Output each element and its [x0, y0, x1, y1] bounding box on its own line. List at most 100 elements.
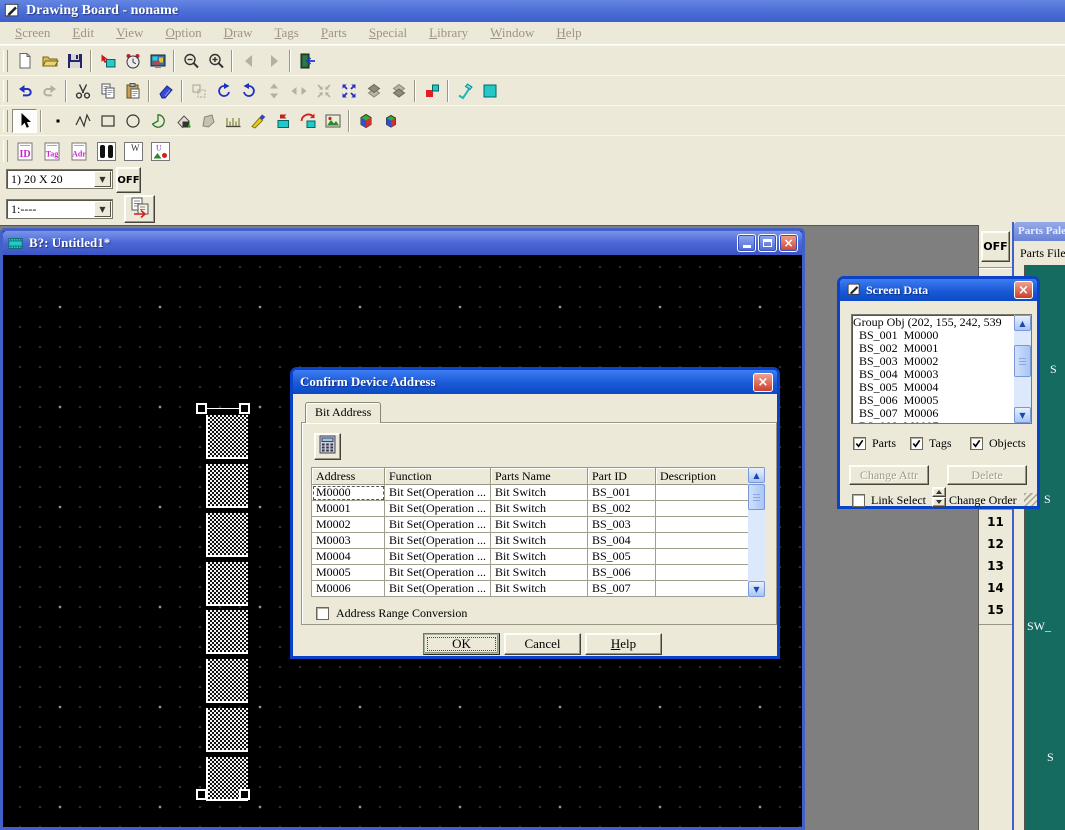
send-back-button[interactable]	[386, 79, 411, 103]
cancel-button[interactable]: Cancel	[504, 633, 581, 655]
list-scrollbar[interactable]: ▲ ▼	[1014, 315, 1031, 423]
toolbar-grip[interactable]	[3, 80, 8, 102]
next-screen-button[interactable]	[261, 49, 286, 73]
copy-button[interactable]	[95, 79, 120, 103]
spin-down-icon[interactable]	[932, 497, 946, 507]
u-mark-button[interactable]: U	[147, 138, 174, 165]
list-item[interactable]: BS_001 M0000	[853, 329, 1014, 342]
paste-button[interactable]	[120, 79, 145, 103]
list-item[interactable]: BS_008 M0007	[853, 420, 1014, 424]
flip-horizontal-button[interactable]	[286, 79, 311, 103]
undo-button[interactable]	[12, 79, 37, 103]
list-item[interactable]: BS_002 M0001	[853, 342, 1014, 355]
device-keypad-button[interactable]	[314, 433, 341, 460]
toolbar-grip[interactable]	[3, 110, 8, 132]
dropdown-arrow-icon[interactable]: ▼	[94, 201, 111, 217]
fill-tool-button[interactable]	[170, 109, 195, 133]
menu-screen[interactable]: Screen	[4, 23, 61, 43]
rotate-right-button[interactable]	[236, 79, 261, 103]
bit-switch-part[interactable]	[206, 610, 248, 654]
scroll-up-icon[interactable]: ▲	[748, 467, 765, 483]
expand-button[interactable]	[336, 79, 361, 103]
library-cube-button[interactable]	[353, 109, 378, 133]
label-tool-button[interactable]	[270, 109, 295, 133]
library-cube2-button[interactable]	[378, 109, 403, 133]
menu-special[interactable]: Special	[358, 23, 418, 43]
menu-edit[interactable]: Edit	[61, 23, 105, 43]
dialog-close-button[interactable]: ×	[753, 373, 773, 392]
spin-up-icon[interactable]	[932, 487, 946, 497]
parts-size-combo[interactable]: 1) 20 X 20 ▼	[6, 169, 113, 189]
bit-switch-part[interactable]	[206, 659, 248, 703]
shrink-button[interactable]	[311, 79, 336, 103]
cut-button[interactable]	[70, 79, 95, 103]
clock-button[interactable]	[120, 49, 145, 73]
table-row[interactable]: M0006Bit Set(Operation ...Bit SwitchBS_0…	[312, 581, 755, 597]
dialog-titlebar[interactable]: Confirm Device Address ×	[293, 370, 777, 394]
scale-tool-button[interactable]	[220, 109, 245, 133]
screen-select-combo[interactable]: 1:---- ▼	[6, 199, 113, 219]
ok-button[interactable]: OK	[423, 633, 500, 655]
menu-view[interactable]: View	[105, 23, 154, 43]
duplicate-button[interactable]	[186, 79, 211, 103]
fill-color-button[interactable]	[477, 79, 502, 103]
redo-button[interactable]	[37, 79, 62, 103]
rotate-left-button[interactable]	[211, 79, 236, 103]
table-row[interactable]: M0003Bit Set(Operation ...Bit SwitchBS_0…	[312, 533, 755, 549]
pie-tool-button[interactable]	[145, 109, 170, 133]
dot-tool-button[interactable]	[45, 109, 70, 133]
maximize-button[interactable]	[758, 234, 777, 252]
screen-copy-button[interactable]	[95, 49, 120, 73]
id-label-button[interactable]: ID	[12, 138, 39, 165]
table-row[interactable]: M0004Bit Set(Operation ...Bit SwitchBS_0…	[312, 549, 755, 565]
resize-grip[interactable]	[1024, 493, 1037, 506]
rect-tool-button[interactable]	[95, 109, 120, 133]
tag-label-button[interactable]: Tag	[39, 138, 66, 165]
adr-label-button[interactable]: Adr	[66, 138, 93, 165]
bit-switch-part[interactable]	[206, 464, 248, 508]
column-header[interactable]: Description	[655, 468, 754, 485]
link-select-checkbox[interactable]	[852, 494, 865, 507]
help-button[interactable]: Help	[585, 633, 662, 655]
list-item[interactable]: Group Obj (202, 155, 242, 539	[853, 316, 1014, 329]
selection-handle[interactable]	[196, 789, 207, 800]
list-item[interactable]: BS_004 M0003	[853, 368, 1014, 381]
drawing-window-titlebar[interactable]: B?: Untitled1* ×	[3, 231, 802, 255]
circle-tool-button[interactable]	[120, 109, 145, 133]
table-scrollbar[interactable]: ▲ ▼	[748, 467, 765, 597]
parts-checkbox[interactable]	[853, 437, 866, 450]
change-attr-button[interactable]: Change Attr	[849, 465, 929, 485]
menu-tags[interactable]: Tags	[263, 23, 309, 43]
toolbar-grip[interactable]	[3, 50, 8, 72]
w-mark-button[interactable]: W	[120, 138, 147, 165]
bit-switch-part[interactable]	[206, 708, 248, 752]
scroll-up-icon[interactable]: ▲	[1014, 315, 1031, 331]
tab-bit-address[interactable]: Bit Address	[305, 402, 381, 423]
new-file-button[interactable]	[12, 49, 37, 73]
select-tool-button[interactable]	[12, 109, 37, 133]
selection-handle[interactable]	[196, 403, 207, 414]
off-state-toggle-button[interactable]: OFF	[116, 167, 141, 193]
screen-transfer-button[interactable]	[124, 195, 155, 223]
screen-data-close-button[interactable]: ×	[1014, 281, 1033, 299]
prev-screen-button[interactable]	[236, 49, 261, 73]
table-row[interactable]: M0001Bit Set(Operation ...Bit SwitchBS_0…	[312, 501, 755, 517]
change-order-spinner[interactable]	[932, 487, 946, 507]
scroll-thumb[interactable]	[1014, 345, 1031, 377]
address-range-checkbox[interactable]	[316, 607, 329, 620]
image-tool-button[interactable]	[320, 109, 345, 133]
palette-index-15[interactable]: 15	[981, 599, 1010, 621]
screen-data-titlebar[interactable]: Screen Data ×	[840, 279, 1037, 301]
list-item[interactable]: BS_003 M0002	[853, 355, 1014, 368]
scroll-down-icon[interactable]: ▼	[748, 581, 765, 597]
table-row[interactable]: M0000Bit Set(Operation ...Bit SwitchBS_0…	[312, 485, 755, 501]
bit-switch-part[interactable]	[206, 513, 248, 557]
scroll-thumb[interactable]	[748, 484, 765, 510]
bars-button[interactable]	[93, 138, 120, 165]
eraser-button[interactable]	[153, 79, 178, 103]
column-header[interactable]: Function	[385, 468, 491, 485]
table-row[interactable]: M0005Bit Set(Operation ...Bit SwitchBS_0…	[312, 565, 755, 581]
exit-button[interactable]	[294, 49, 319, 73]
dropdown-arrow-icon[interactable]: ▼	[94, 171, 111, 187]
save-button[interactable]	[62, 49, 87, 73]
